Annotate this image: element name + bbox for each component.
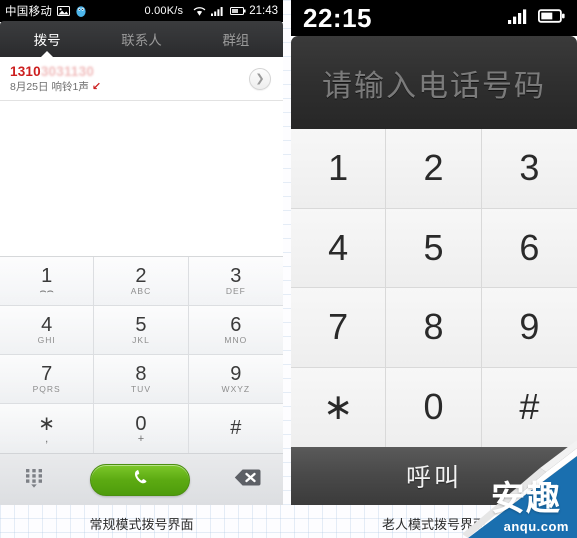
- key-3-letters: DEF: [225, 286, 246, 296]
- tab-groups[interactable]: 群组: [189, 21, 283, 57]
- call-log-list[interactable]: 13103031130 8月25日 响铃1声 ↙ ❯: [0, 57, 283, 256]
- tab-groups-label: 群组: [222, 33, 250, 48]
- key-7-digit: 7: [41, 363, 53, 385]
- left-phone-screenshot: 中国移动 0.00K/s 21:43 拨号 联系人 群组 13103031130…: [0, 0, 283, 505]
- key-hash-digit: #: [230, 417, 242, 439]
- key-7-letters: PQRS: [32, 384, 61, 394]
- right-status-bar: 22:15: [291, 0, 577, 36]
- key-8[interactable]: 8: [386, 288, 482, 368]
- key-9[interactable]: 9 WXYZ: [188, 355, 283, 404]
- key-6-letters: MNO: [224, 335, 248, 345]
- key-9-letters: WXYZ: [221, 384, 251, 394]
- phone-handset-icon: [131, 468, 150, 492]
- key-5-letters: JKL: [132, 335, 150, 345]
- call-button-label: 呼叫: [405, 464, 462, 492]
- right-clock-label: 22:15: [303, 2, 372, 33]
- left-action-bar: [0, 453, 283, 505]
- key-0-digit: 0: [135, 412, 147, 435]
- voicemail-icon: ⌢⌢: [39, 285, 54, 297]
- screenshot-canvas: 中国移动 0.00K/s 21:43 拨号 联系人 群组 13103031130…: [0, 0, 577, 538]
- wifi-icon: [193, 6, 206, 17]
- key-9[interactable]: 9: [481, 288, 577, 368]
- carrier-label: 中国移动: [5, 6, 53, 18]
- key-hash[interactable]: #: [481, 367, 577, 447]
- backspace-delete-icon[interactable]: [234, 468, 261, 492]
- battery-icon: [537, 8, 565, 29]
- call-button[interactable]: 呼叫: [291, 447, 577, 505]
- key-0[interactable]: 0: [386, 367, 482, 447]
- network-speed-label: 0.00K/s: [144, 5, 184, 17]
- keypad-hide-icon[interactable]: [22, 465, 46, 494]
- image-icon: [57, 6, 71, 16]
- call-log-detail: 响铃1声: [51, 81, 89, 93]
- key-star-digit: ∗: [38, 412, 56, 435]
- signal-icon: [508, 8, 530, 29]
- key-star-sub: ,: [45, 432, 49, 445]
- tab-dialer-label: 拨号: [33, 33, 61, 48]
- key-2[interactable]: 2 ABC: [94, 257, 189, 306]
- key-4[interactable]: 4 GHI: [0, 306, 95, 355]
- tab-contacts-label: 联系人: [121, 33, 162, 48]
- key-8-letters: TUV: [130, 384, 151, 394]
- key-7[interactable]: 7: [291, 288, 387, 368]
- key-star[interactable]: ∗ ,: [0, 404, 95, 453]
- call-log-info: 13103031130 8月25日 响铃1声 ↙: [10, 64, 249, 93]
- key-2[interactable]: 2: [386, 129, 482, 209]
- tab-dialer[interactable]: 拨号: [0, 21, 94, 58]
- key-2-letters: ABC: [130, 286, 152, 296]
- tab-contacts[interactable]: 联系人: [94, 21, 188, 57]
- call-log-row[interactable]: 13103031130 8月25日 响铃1声 ↙ ❯: [0, 57, 283, 101]
- key-2-digit: 2: [135, 265, 147, 287]
- right-keypad[interactable]: 1 2 3 4 5 6 7 8 9 ∗ 0 #: [291, 129, 577, 447]
- left-tab-bar: 拨号 联系人 群组: [0, 21, 283, 58]
- key-5-digit: 5: [135, 314, 147, 336]
- key-0-sub: +: [137, 432, 145, 445]
- call-log-date: 8月25日: [10, 81, 49, 93]
- key-star[interactable]: ∗: [291, 367, 387, 447]
- key-6[interactable]: 6 MNO: [188, 306, 283, 355]
- phone-number-display[interactable]: 请输入电话号码: [291, 36, 577, 129]
- chevron-right-icon[interactable]: ❯: [249, 67, 271, 90]
- key-1-digit: 1: [41, 265, 53, 287]
- key-hash[interactable]: #: [188, 404, 283, 453]
- key-5[interactable]: 5: [386, 208, 482, 288]
- phone-number-placeholder: 请输入电话号码: [322, 69, 546, 103]
- key-9-digit: 9: [230, 363, 242, 385]
- left-keypad[interactable]: 1 ⌢⌢ 2 ABC 3 DEF 4 GHI 5 JKL 6 MNO 7 PQR…: [0, 256, 283, 453]
- call-button[interactable]: [90, 463, 190, 496]
- key-4-letters: GHI: [37, 335, 56, 345]
- clock-label: 21:43: [249, 5, 278, 17]
- key-8-digit: 8: [135, 363, 147, 385]
- key-4[interactable]: 4: [291, 208, 387, 288]
- key-1[interactable]: 1 ⌢⌢: [0, 257, 95, 306]
- key-5[interactable]: 5 JKL: [94, 306, 189, 355]
- call-log-meta: 8月25日 响铃1声 ↙: [10, 81, 249, 93]
- key-1[interactable]: 1: [291, 129, 387, 209]
- key-3[interactable]: 3 DEF: [188, 257, 283, 306]
- call-log-number-masked: 3031130: [40, 64, 95, 79]
- call-log-number-prefix: 1310: [10, 64, 41, 79]
- key-8[interactable]: 8 TUV: [94, 355, 189, 404]
- left-status-bar: 中国移动 0.00K/s 21:43: [0, 0, 283, 22]
- key-3-digit: 3: [230, 265, 242, 287]
- incoming-call-arrow-icon: ↙: [91, 80, 102, 93]
- signal-icon: [211, 6, 225, 16]
- battery-icon: [230, 6, 246, 16]
- qq-penguin-icon: [75, 5, 87, 18]
- right-phone-screenshot: 22:15 请输入电话号码 1 2 3 4 5 6 7 8 9 ∗ 0 # 呼叫: [291, 0, 577, 505]
- call-log-number: 13103031130: [10, 64, 249, 79]
- key-6-digit: 6: [230, 314, 242, 336]
- key-3[interactable]: 3: [481, 129, 577, 209]
- right-caption: 老人模式拨号界面: [381, 516, 486, 532]
- key-4-digit: 4: [41, 314, 53, 336]
- left-caption: 常规模式拨号界面: [89, 516, 194, 532]
- key-6[interactable]: 6: [481, 208, 577, 288]
- key-7[interactable]: 7 PQRS: [0, 355, 95, 404]
- key-0[interactable]: 0 +: [94, 404, 189, 453]
